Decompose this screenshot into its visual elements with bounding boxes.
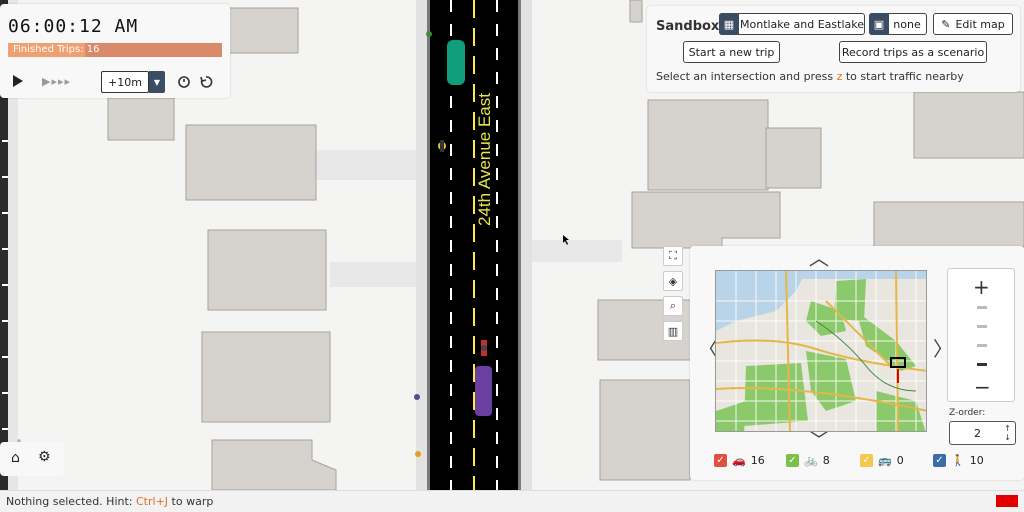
fullscreen-icon: ⛶ <box>669 249 677 262</box>
calendar-icon: ▣ <box>869 13 889 35</box>
street-name-label: 24th Avenue East <box>475 93 494 226</box>
bike-rider[interactable] <box>481 340 487 356</box>
bike-icon: 🚲 <box>804 454 818 467</box>
new-trip-button[interactable]: Start a new trip <box>683 41 780 63</box>
zoom-level-1[interactable] <box>977 306 987 309</box>
gear-icon[interactable]: ⚙ <box>38 449 51 465</box>
finished-trips-label: Finished Trips: 16 <box>13 44 100 55</box>
zoom-level-3[interactable] <box>977 344 987 347</box>
pedestrian-dot-2[interactable] <box>414 394 420 400</box>
map-icon: ▦ <box>719 13 739 35</box>
legend-checkbox[interactable]: ✓ <box>786 454 799 467</box>
legend-checkbox[interactable]: ✓ <box>860 454 873 467</box>
jump-time-dropdown[interactable]: ▼ <box>149 71 165 93</box>
sandbox-panel: Sandbox ▦ Montlake and Eastlake ▣ none ✎… <box>647 6 1020 92</box>
step-glyphs: ▶▸▸▸ <box>42 74 72 88</box>
zoom-out-button[interactable]: − <box>974 375 991 399</box>
search-button[interactable]: ⌕ <box>663 296 683 316</box>
step-forward-controls[interactable]: ▶▸▸▸ <box>42 74 71 88</box>
layers-button[interactable]: ◈ <box>663 271 683 291</box>
stats-button[interactable]: ▥ <box>663 321 683 341</box>
home-panel: ⌂ ⚙ <box>0 442 64 476</box>
legend-pedestrians[interactable]: ✓ 🚶 10 <box>933 454 984 467</box>
minimap-panel: ︿ ﹀ 〈 〉 + − Z-order: 2 ↑ ↓ ✓ 🚗 16 ✓ 🚲 8 … <box>690 246 1024 480</box>
search-icon: ⌕ <box>669 299 677 312</box>
car-purple[interactable] <box>475 366 492 416</box>
bus-icon: 🚌 <box>878 454 892 467</box>
pan-down-arrow[interactable]: ﹀ <box>809 430 829 450</box>
zoom-level-4[interactable] <box>977 363 987 366</box>
pedestrian-dot-3[interactable] <box>415 451 421 457</box>
legend-count: 16 <box>750 454 765 467</box>
legend-cars[interactable]: ✓ 🚗 16 <box>714 454 765 467</box>
zoom-controls: + − <box>947 268 1015 402</box>
pencil-icon: ✎ <box>941 17 951 31</box>
zoom-in-button[interactable]: + <box>973 275 990 299</box>
clock: 06:00:12 AM <box>8 16 139 37</box>
sandbox-hint: Select an intersection and press z to st… <box>656 70 964 83</box>
sandbox-title: Sandbox <box>656 19 720 34</box>
layers-icon: ◈ <box>668 274 678 288</box>
legend-count: 0 <box>896 454 904 467</box>
finished-trips-bar: Finished Trips: 16 <box>8 43 222 57</box>
scenario-button[interactable]: ▣ none <box>869 13 927 35</box>
reset-icon[interactable] <box>175 73 193 91</box>
time-panel: 06:00:12 AM Finished Trips: 16 ▶▸▸▸ +10m… <box>0 4 230 98</box>
legend-count: 10 <box>969 454 984 467</box>
zorder-stepper[interactable]: ↑ ↓ <box>1004 424 1011 442</box>
legend-bikes[interactable]: ✓ 🚲 8 <box>786 454 830 467</box>
legend-checkbox[interactable]: ✓ <box>933 454 946 467</box>
legend-buses[interactable]: ✓ 🚌 0 <box>860 454 904 467</box>
legend-checkbox[interactable]: ✓ <box>714 454 727 467</box>
legend-count: 8 <box>822 454 830 467</box>
status-indicator <box>996 495 1018 507</box>
play-button[interactable] <box>10 72 26 90</box>
jump-time-field[interactable]: +10m <box>101 71 149 93</box>
edit-map-button[interactable]: ✎ Edit map <box>933 13 1013 35</box>
record-trips-button[interactable]: Record trips as a scenario <box>839 41 987 63</box>
pedestrian-dot[interactable] <box>426 31 432 37</box>
zorder-field[interactable]: 2 ↑ ↓ <box>949 421 1016 445</box>
region-button[interactable]: ▦ Montlake and Eastlake <box>719 13 865 35</box>
play-icon <box>13 75 23 87</box>
zorder-label: Z-order: <box>949 408 986 418</box>
pan-up-arrow[interactable]: ︿ <box>809 248 829 268</box>
undo-icon[interactable] <box>197 73 215 91</box>
car-green[interactable] <box>447 40 465 85</box>
car-icon: 🚗 <box>732 454 746 467</box>
status-text: Nothing selected. Hint: Ctrl+J to warp <box>6 495 214 508</box>
pedestrian-icon: 🚶 <box>951 454 965 467</box>
zoom-level-2[interactable] <box>977 325 987 328</box>
minimap[interactable] <box>715 270 927 432</box>
bar-chart-icon: ▥ <box>667 324 679 338</box>
home-icon[interactable]: ⌂ <box>11 450 20 466</box>
fullscreen-button[interactable]: ⛶ <box>663 246 683 266</box>
status-bar: Nothing selected. Hint: Ctrl+J to warp <box>0 490 1024 512</box>
chevron-down-icon: ▼ <box>153 77 161 87</box>
